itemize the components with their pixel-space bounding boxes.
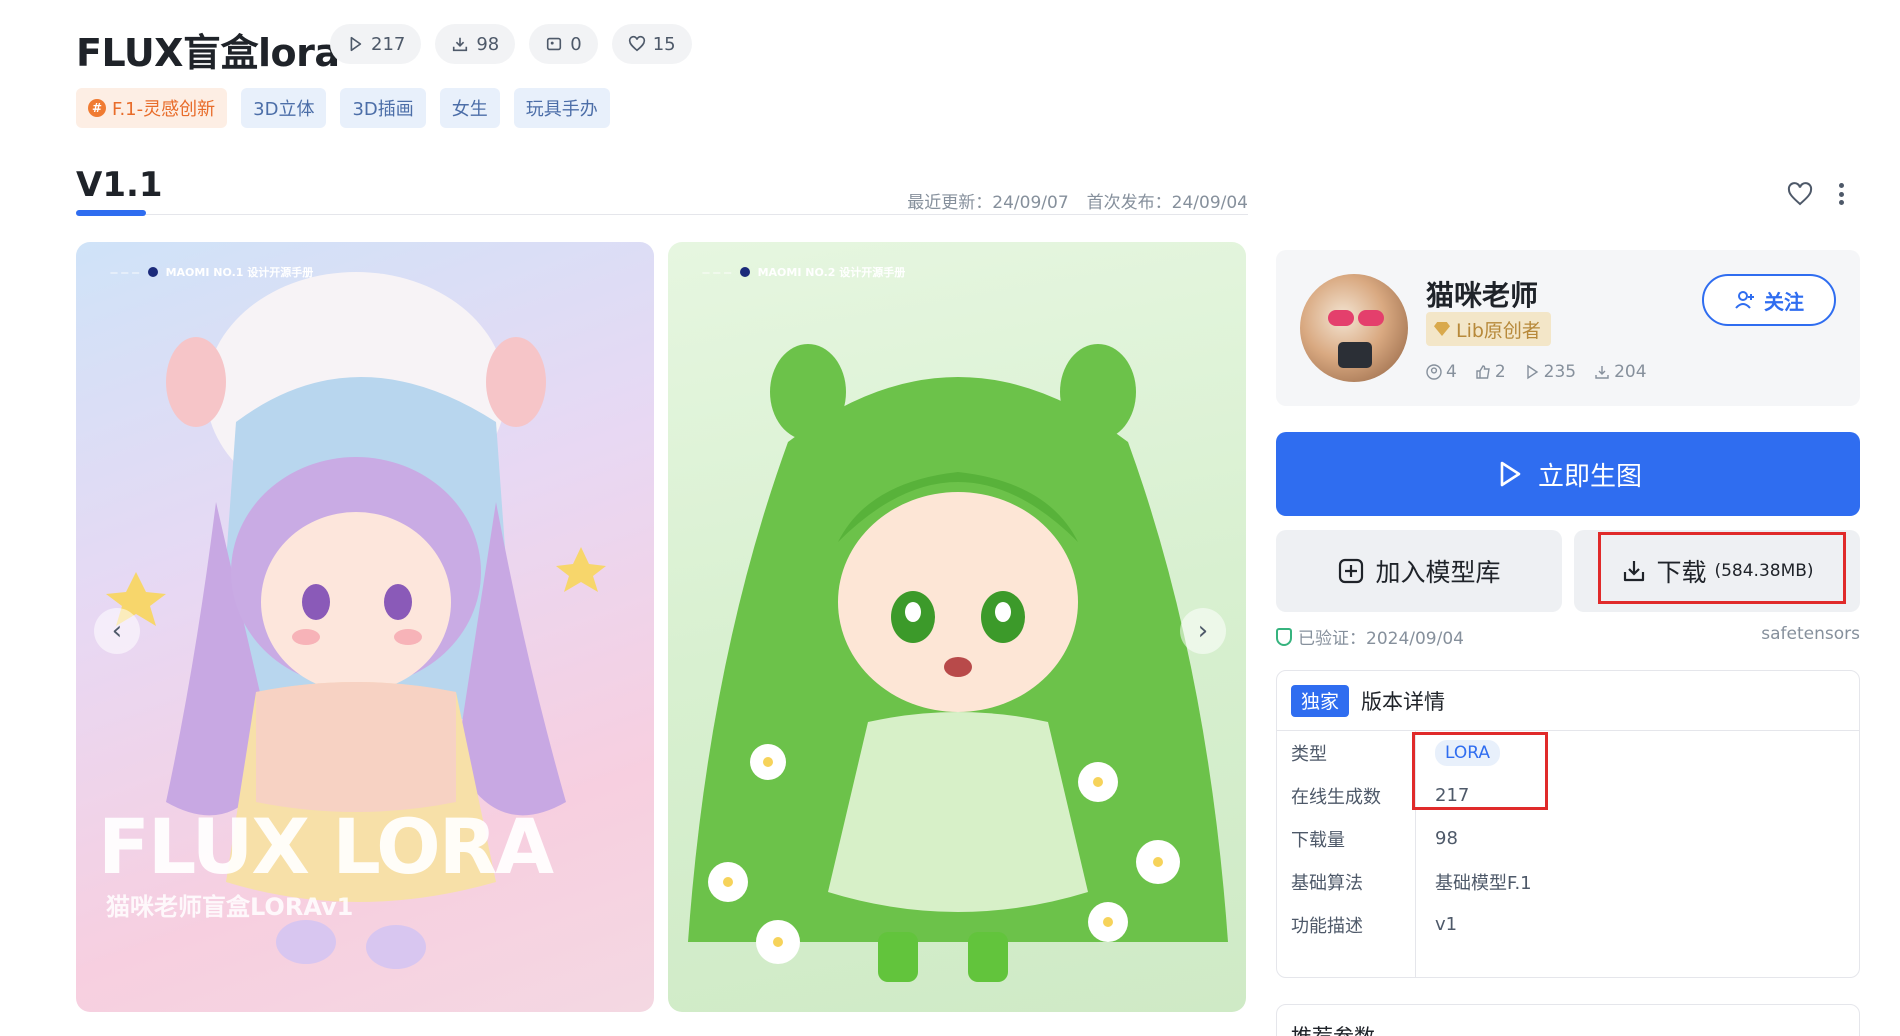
details-title: 版本详情 [1361, 689, 1446, 714]
detail-row-base-model: 基础算法 基础模型F.1 [1291, 872, 1532, 894]
follow-button[interactable]: 关注 [1702, 274, 1836, 326]
details-header: 独家 版本详情 [1277, 671, 1859, 731]
avatar[interactable] [1300, 274, 1408, 382]
gallery-next-button[interactable]: › [1180, 608, 1226, 654]
user-icon [1426, 364, 1442, 380]
creator-downloads: 204 [1594, 362, 1647, 382]
generate-button[interactable]: 立即生图 [1276, 432, 1860, 516]
tag-figure[interactable]: 玩具手办 [513, 88, 610, 128]
more-options-icon[interactable] [1836, 180, 1846, 208]
recommended-params-card: 推荐参数 [1276, 1004, 1860, 1036]
creator-followers: 4 [1426, 362, 1457, 382]
creator-card: 猫咪老师 Lib原创者 4 2 235 204 关注 [1276, 250, 1860, 406]
download-icon [1624, 561, 1645, 582]
runs-stat: 217 [330, 24, 422, 64]
model-tags: # F.1-灵感创新 3D立体 3D插画 女生 玩具手办 [76, 88, 610, 128]
shield-check-icon [1276, 627, 1292, 646]
downloads-count: 98 [476, 33, 500, 55]
gallery-prev-button[interactable]: ‹ [94, 608, 140, 654]
likes-stat[interactable]: 15 [611, 24, 692, 64]
runs-count: 217 [371, 33, 406, 55]
download-size: (584.38MB) [1714, 561, 1814, 581]
details-table: 类型 LORA 在线生成数 217 下载量 98 基础算法 基础模型F.1 功能描述 v1 [1277, 731, 1859, 977]
model-stats: 217 98 0 15 [330, 24, 692, 64]
image-overlay-subtitle: 猫咪老师盲盒LORAv1 [106, 893, 354, 921]
gallery-image-1[interactable]: — — — MAOMI NO.1 设计开源手册 FLUX LORA 猫咪老师盲盒L… [76, 242, 654, 1012]
detail-row-runs: 在线生成数 217 [1291, 785, 1470, 808]
download-icon [453, 37, 468, 52]
download-button[interactable]: 下载 (584.38MB) [1574, 530, 1860, 612]
images-stat: 0 [529, 24, 598, 64]
hash-icon: # [88, 99, 106, 117]
version-details-card: 独家 版本详情 类型 LORA 在线生成数 217 下载量 98 基础算法 基础模型F.… [1276, 670, 1860, 978]
tag-3d-illustration[interactable]: 3D插画 [340, 88, 426, 128]
chibi-green-girl-illustration [688, 344, 1228, 982]
version-dates: 最近更新：24/09/07 首次发布：24/09/04 [907, 188, 1248, 213]
detail-row-description: 功能描述 v1 [1291, 914, 1458, 937]
play-icon [1500, 461, 1521, 487]
gallery-image-2[interactable]: — — — MAOMI NO.2 设计开源手册 [668, 242, 1246, 1012]
images-count: 0 [570, 33, 582, 55]
chevron-left-icon: ‹ [111, 616, 123, 646]
file-format: safetensors [1761, 624, 1860, 644]
published-date: 首次发布：24/09/04 [1086, 193, 1248, 213]
tag-base-model[interactable]: # F.1-灵感创新 [76, 88, 228, 128]
model-title: FLUX盲盒lora [76, 31, 340, 75]
verification-status: 已验证：2024/09/04 [1276, 624, 1464, 649]
version-tab-indicator [76, 210, 146, 216]
tag-girl[interactable]: 女生 [439, 88, 500, 128]
detail-row-type: 类型 LORA [1277, 731, 1859, 774]
gem-icon [1434, 322, 1450, 336]
updated-date: 最近更新：24/09/07 [907, 193, 1069, 213]
image-icon [547, 37, 562, 51]
params-title: 推荐参数 [1291, 1021, 1375, 1036]
image-watermark: — — — MAOMI NO.2 设计开源手册 [702, 266, 906, 279]
chevron-right-icon: › [1197, 616, 1209, 646]
downloads-stat: 98 [435, 24, 516, 64]
creator-likes: 2 [1475, 362, 1506, 382]
detail-row-downloads: 下载量 98 [1291, 828, 1458, 851]
likes-count: 15 [652, 33, 676, 55]
creator-stats: 4 2 235 204 [1426, 362, 1647, 382]
version-tab[interactable]: V1.1 [76, 165, 163, 205]
creator-badge: Lib原创者 [1426, 312, 1551, 346]
exclusive-badge: 独家 [1291, 684, 1350, 717]
add-to-library-button[interactable]: 加入模型库 [1276, 530, 1562, 612]
heart-icon [628, 35, 645, 52]
add-user-icon [1735, 291, 1754, 309]
favorite-heart-icon[interactable] [1786, 180, 1814, 208]
creator-runs: 235 [1524, 362, 1576, 382]
creator-name[interactable]: 猫咪老师 [1426, 274, 1538, 314]
image-overlay-title: FLUX LORA [98, 802, 554, 891]
download-icon [1595, 366, 1609, 379]
image-watermark: — — — MAOMI NO.1 设计开源手册 [110, 266, 314, 279]
type-chip[interactable]: LORA [1435, 740, 1500, 766]
play-icon [1526, 364, 1538, 380]
tag-3d[interactable]: 3D立体 [241, 88, 327, 128]
plus-square-icon [1339, 558, 1364, 584]
version-divider [76, 214, 1248, 215]
thumb-icon [1476, 365, 1490, 379]
play-icon [350, 36, 362, 52]
